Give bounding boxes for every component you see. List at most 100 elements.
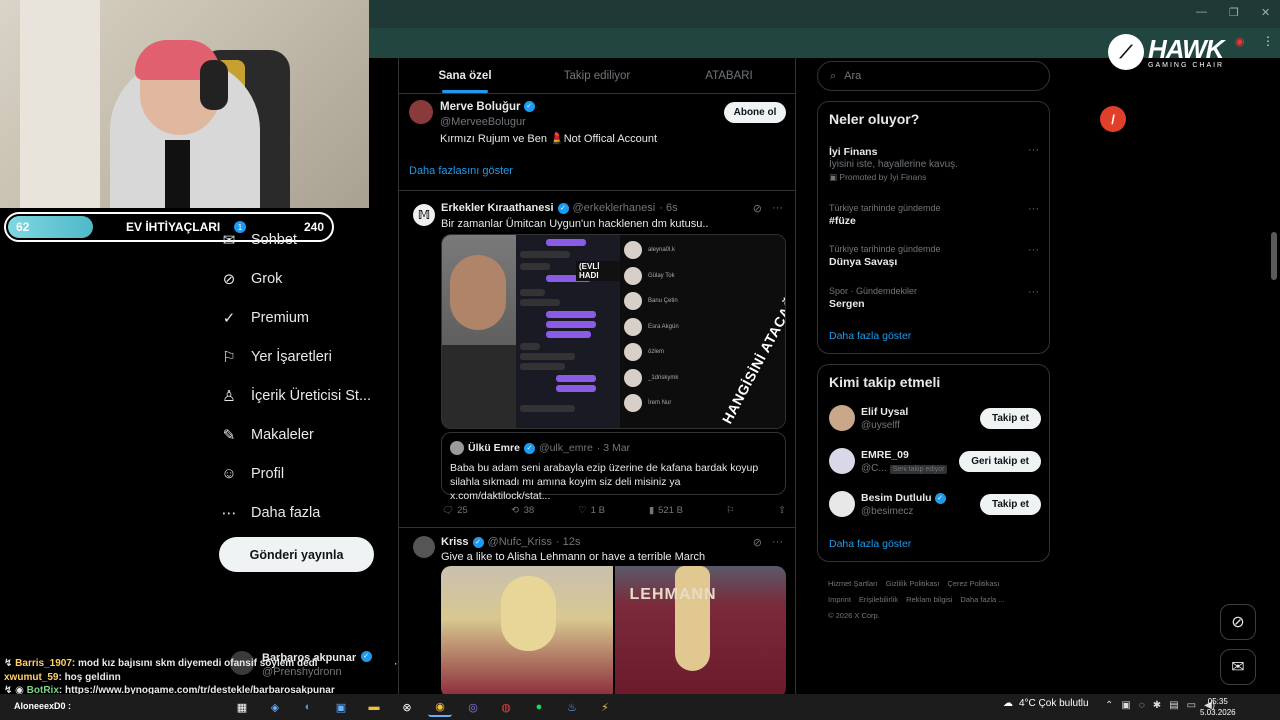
tab-atabari[interactable]: ATABARI <box>663 58 795 93</box>
trend-item[interactable]: Türkiye tarihinde gündemde Dünya Savaşı … <box>829 244 1039 268</box>
nav-item-profile[interactable]: ☺ Profil <box>220 454 380 493</box>
who-to-follow-card: Kimi takip etmeli Elif Uysal @uyselff Ta… <box>817 364 1050 562</box>
more-dots-icon[interactable]: ··· <box>772 536 783 549</box>
avatar[interactable] <box>413 536 435 558</box>
post-author[interactable]: Erkekler Kıraathanesi <box>441 202 554 214</box>
follow-button[interactable]: Takip et <box>979 408 1041 429</box>
chrome-icon[interactable]: ◉ <box>428 697 452 717</box>
more-dots-icon[interactable]: ··· <box>1028 203 1039 215</box>
obs-icon[interactable]: ◍ <box>494 697 518 717</box>
app-icon[interactable]: ⚡ <box>593 697 617 717</box>
rec-bio: Kırmızı Rujum ve Ben 💄Not Offical Accoun… <box>440 133 658 145</box>
spotify-icon[interactable]: ● <box>527 697 551 717</box>
task-view-icon[interactable]: ▦ <box>230 697 254 717</box>
folder-icon[interactable]: ▬ <box>362 697 386 717</box>
more-dots-icon[interactable]: ··· <box>1028 286 1039 298</box>
bookmark-button[interactable]: ⚐ <box>727 505 734 516</box>
nav-item-bookmark[interactable]: ⚐ Yer İşaretleri <box>220 337 380 376</box>
more-dots-icon[interactable]: ··· <box>1028 244 1039 256</box>
post[interactable]: Kriss ✓ @Nufc_Kriss · 12s ⊘ ··· Give a l… <box>399 528 795 694</box>
show-more-link[interactable]: Daha fazlasını göster <box>409 165 513 177</box>
show-more-link[interactable]: Daha fazla göster <box>829 330 911 342</box>
scrollbar[interactable] <box>1271 232 1277 280</box>
maximize-icon[interactable]: ❐ <box>1229 6 1239 19</box>
subscribe-button[interactable]: Abone ol <box>724 102 786 123</box>
avatar[interactable]: 𝕄 <box>413 204 435 226</box>
tab-following[interactable]: Takip ediliyor <box>531 58 663 93</box>
timeline-tabs: Sana özel Takip ediliyor ATABARI <box>399 58 795 94</box>
clock[interactable]: 05:35 5.03.2026 <box>1200 696 1236 718</box>
reply-button[interactable]: 🗨 25 <box>441 505 468 516</box>
share-button[interactable]: ⇧ <box>778 505 786 516</box>
follow-suggestion[interactable]: Besim Dutlulu ✓ @besimecz Takip et <box>829 489 1041 521</box>
weather-widget[interactable]: ☁ 4°C Çok bulutlu <box>1003 698 1089 709</box>
quoted-post[interactable]: Ülkü Emre ✓ @ulk_emre · 3 Mar Baba bu ad… <box>441 432 786 502</box>
follow-suggestion[interactable]: EMRE_09 @C... Seni takip ediyor Geri taki… <box>829 446 1041 478</box>
tab-for-you[interactable]: Sana özel <box>399 58 531 93</box>
nav-item-more[interactable]: ⋯ Daha fazla <box>220 493 380 532</box>
steam-icon[interactable]: ♨ <box>560 697 584 717</box>
footer-link[interactable]: Imprint <box>828 595 851 604</box>
like-button[interactable]: ♡ 1 B <box>578 505 605 516</box>
dm-list-item: özlem <box>624 343 664 361</box>
post[interactable]: 𝕄 Erkekler Kıraathanesi ✓ @erkeklerhanes… <box>399 192 795 528</box>
xbox-icon[interactable]: ⊗ <box>395 697 419 717</box>
post-image[interactable]: (EVLİ HADI İrem Nur _1driskymk özlem Esra A… <box>441 234 786 429</box>
rec-name[interactable]: Merve Boluğur ✓ <box>440 101 535 113</box>
copilot-icon[interactable]: ◈ <box>263 697 287 717</box>
follow-button[interactable]: Takip et <box>979 494 1041 515</box>
menu-icon[interactable]: ⋮ <box>1262 34 1274 48</box>
grok-icon[interactable]: ⊘ <box>753 536 762 549</box>
bluetooth-icon[interactable]: ✱ <box>1153 700 1161 711</box>
post-button[interactable]: Gönderi yayınla <box>219 537 374 572</box>
nav-item-grok[interactable]: ⊘ Grok <box>220 259 380 298</box>
nav-item-creator[interactable]: ♙ İçerik Üreticisi St... <box>220 376 380 415</box>
brand-sub: GAMING CHAIR <box>1148 61 1225 69</box>
footer-link[interactable]: Erişilebilirlik <box>859 595 898 604</box>
search-box[interactable]: ⌕ <box>817 61 1050 91</box>
post-author[interactable]: Kriss <box>441 536 469 548</box>
trend-item[interactable]: İyi Finans İyisini iste, hayallerine kav… <box>829 144 1039 183</box>
footer-link[interactable]: © 2026 X Corp. <box>828 611 880 620</box>
close-icon[interactable]: ✕ <box>1261 6 1270 19</box>
store-icon[interactable]: ▣ <box>329 697 353 717</box>
tray-app-icon[interactable]: ▣ <box>1121 700 1130 711</box>
trend-item[interactable]: Türkiye tarihinde gündemde #füze ··· <box>829 203 1039 227</box>
footer-link[interactable]: Gizlilik Politikası <box>886 579 940 588</box>
post-image[interactable]: LEHMANN <box>441 566 786 694</box>
tray-app-icon[interactable]: ◌ <box>1139 700 1145 711</box>
repost-button[interactable]: ⟲ 38 <box>512 505 535 516</box>
network-icon[interactable]: ▭ <box>1187 700 1196 711</box>
grok-fab[interactable]: ⊘ <box>1220 604 1256 640</box>
trend-item[interactable]: Spor · Gündemdekiler Sergen ··· <box>829 286 1039 310</box>
follows-you-tag: Seni takip ediyor <box>889 465 948 474</box>
show-more-link[interactable]: Daha fazla göster <box>829 538 911 550</box>
avatar[interactable] <box>409 100 433 124</box>
chevron-up-icon[interactable]: ⌃ <box>1105 700 1113 711</box>
follow-suggestion[interactable]: Elif Uysal @uyselff Takip et <box>829 403 1041 435</box>
grok-icon[interactable]: ⊘ <box>753 202 762 215</box>
edge-icon[interactable]: ◐ <box>296 697 320 717</box>
nav-item-premium[interactable]: ✓ Premium <box>220 298 380 337</box>
dm-list-item: İrem Nur <box>624 394 671 412</box>
mail-icon: ✉ <box>222 231 236 249</box>
nav-item-article[interactable]: ✎ Makaleler <box>220 415 380 454</box>
webcam-feed <box>0 0 369 208</box>
footer-link[interactable]: Hizmet Şartları <box>828 579 878 588</box>
creator-icon: ♙ <box>222 387 236 405</box>
footer-link[interactable]: Daha fazla ... <box>960 595 1004 604</box>
search-input[interactable] <box>844 70 1025 82</box>
messages-fab[interactable]: ✉ <box>1220 649 1256 685</box>
more-dots-icon[interactable]: ··· <box>772 202 783 215</box>
extension-icon[interactable]: ◉ <box>1235 35 1245 48</box>
discord-icon[interactable]: ◎ <box>461 697 485 717</box>
footer-link[interactable]: Reklam bilgisi <box>906 595 952 604</box>
views-button[interactable]: ▮ 521 B <box>649 505 683 516</box>
card-title: Kimi takip etmeli <box>829 374 941 390</box>
more-dots-icon[interactable]: ··· <box>1028 144 1039 156</box>
footer-link[interactable]: Çerez Politikası <box>947 579 999 588</box>
tray-app-icon[interactable]: ▤ <box>1169 700 1178 711</box>
minimize-icon[interactable]: — <box>1196 6 1207 18</box>
taskbar-apps: ▦ ◈ ◐ ▣ ▬ ⊗ ◉ ◎ ◍ ● ♨ ⚡ <box>230 697 617 717</box>
follow-back-button[interactable]: Geri takip et <box>959 451 1041 472</box>
